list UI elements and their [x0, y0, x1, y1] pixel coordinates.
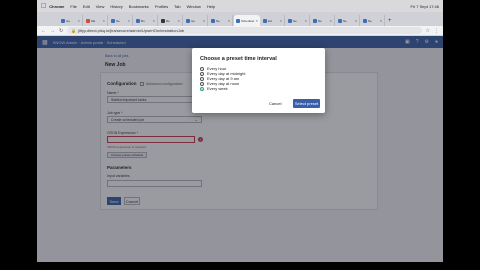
- browser-menu-icon[interactable]: ⋮: [434, 28, 439, 34]
- back-arrow-icon[interactable]: ←: [41, 28, 46, 34]
- favicon-icon: [61, 18, 65, 23]
- menu-item-view[interactable]: View: [96, 4, 105, 9]
- tab-label: Ge: [191, 18, 196, 23]
- browser-tab[interactable]: Ne ×: [361, 15, 385, 26]
- favicon-icon: [363, 18, 367, 23]
- browser-tab[interactable]: Ne ×: [286, 15, 310, 26]
- favicon-icon: [263, 18, 267, 23]
- dialog-cancel-button[interactable]: Cancel: [269, 101, 281, 106]
- radio-icon: [200, 76, 204, 81]
- close-tab-icon[interactable]: ×: [330, 18, 332, 23]
- apple-icon[interactable]: : [41, 3, 46, 10]
- browser-tab[interactable]: Bu ×: [134, 15, 158, 26]
- browser-tab[interactable]: Ge ×: [59, 15, 83, 26]
- close-tab-icon[interactable]: ×: [203, 18, 205, 23]
- close-tab-icon[interactable]: ×: [178, 18, 180, 23]
- menu-item-chrome[interactable]: Chrome: [49, 4, 64, 9]
- browser-tab[interactable]: Re ×: [159, 15, 183, 26]
- favicon-icon: [338, 18, 342, 23]
- browser-tab-strip: Ge × Ma × Ne × Bu × Re × Ge × Ne × Scheduler × E…: [37, 12, 443, 26]
- favicon-icon: [186, 18, 190, 23]
- tab-label: Bu: [141, 18, 145, 23]
- radio-icon: [200, 81, 204, 86]
- favicon-icon: [313, 18, 317, 23]
- close-tab-icon[interactable]: ×: [78, 18, 80, 23]
- favicon-icon: [111, 18, 115, 23]
- menubar-clock: Fri 7 Sept 17:46: [410, 3, 439, 9]
- close-tab-icon[interactable]: ×: [380, 18, 382, 23]
- menu-item-window[interactable]: Window: [187, 4, 201, 9]
- tab-label: Ma: [91, 18, 96, 23]
- close-tab-icon[interactable]: ×: [355, 18, 357, 23]
- browser-tab[interactable]: Ne ×: [336, 15, 360, 26]
- browser-tab-active[interactable]: Scheduler ×: [234, 15, 260, 26]
- bookmark-star-icon[interactable]: ☆: [426, 28, 430, 34]
- tab-label: Ge: [66, 18, 71, 23]
- tab-label: Ne: [293, 18, 297, 23]
- browser-tab[interactable]: Ne ×: [209, 15, 233, 26]
- tab-label: Ne: [116, 18, 120, 23]
- preset-interval-dialog: Choose a preset time interval Every hour…: [192, 48, 325, 113]
- option-every-week[interactable]: Every week: [200, 86, 228, 91]
- menu-item-bookmarks[interactable]: Bookmarks: [129, 4, 149, 9]
- browser-tab[interactable]: Ed ×: [261, 15, 285, 26]
- radio-selected-icon: [200, 86, 204, 91]
- tab-label: Ne: [318, 18, 322, 23]
- radio-icon: [200, 71, 204, 76]
- tab-label: Ne: [216, 18, 220, 23]
- browser-tab[interactable]: Ne ×: [109, 15, 133, 26]
- forward-arrow-icon[interactable]: →: [50, 28, 55, 34]
- favicon-icon: [161, 18, 165, 23]
- url-text: jiltyy.direct.plsq.in/jira/secure/admin/…: [78, 28, 185, 33]
- dialog-title: Choose a preset time interval: [200, 56, 277, 62]
- lock-icon: 🔒: [71, 28, 77, 33]
- close-tab-icon[interactable]: ×: [228, 18, 230, 23]
- address-bar: ← → ↻ 🔒 jiltyy.direct.plsq.in/jira/secur…: [37, 26, 443, 36]
- menu-item-file[interactable]: File: [70, 4, 76, 9]
- close-tab-icon[interactable]: ×: [128, 18, 130, 23]
- reload-icon[interactable]: ↻: [59, 28, 63, 34]
- menu-item-edit[interactable]: Edit: [83, 4, 90, 9]
- browser-tab[interactable]: Ma ×: [84, 15, 108, 26]
- tab-label: Ne: [343, 18, 347, 23]
- close-tab-icon[interactable]: ×: [280, 18, 282, 23]
- option-label: Every week: [207, 86, 228, 91]
- mac-menubar:  Chrome File Edit View History Bookmark…: [37, 0, 443, 12]
- close-tab-icon[interactable]: ×: [153, 18, 155, 23]
- browser-tab[interactable]: Ne ×: [311, 15, 335, 26]
- tab-label: Ne: [368, 18, 372, 23]
- menu-item-tab[interactable]: Tab: [174, 4, 180, 9]
- favicon-icon: [86, 18, 90, 23]
- favicon-icon: [288, 18, 292, 23]
- screen:  Chrome File Edit View History Bookmark…: [37, 0, 443, 262]
- menu-item-help[interactable]: Help: [207, 4, 215, 9]
- tab-label: Ed: [268, 18, 272, 23]
- browser-tab[interactable]: Ge ×: [184, 15, 208, 26]
- select-preset-button[interactable]: Select preset: [293, 99, 320, 108]
- close-tab-icon[interactable]: ×: [305, 18, 307, 23]
- close-tab-icon[interactable]: ×: [256, 18, 258, 23]
- menu-item-profiles[interactable]: Profiles: [155, 4, 168, 9]
- favicon-icon: [211, 18, 215, 23]
- favicon-icon: [236, 18, 240, 23]
- url-field[interactable]: 🔒 jiltyy.direct.plsq.in/jira/secure/admi…: [67, 27, 422, 34]
- new-tab-icon[interactable]: +: [388, 18, 392, 24]
- tab-label: Scheduler: [241, 18, 255, 23]
- menu-item-history[interactable]: History: [110, 4, 122, 9]
- select-preset-label: Select preset: [294, 101, 319, 106]
- radio-icon: [200, 66, 204, 71]
- tab-label: Re: [166, 18, 170, 23]
- favicon-icon: [136, 18, 140, 23]
- close-tab-icon[interactable]: ×: [103, 18, 105, 23]
